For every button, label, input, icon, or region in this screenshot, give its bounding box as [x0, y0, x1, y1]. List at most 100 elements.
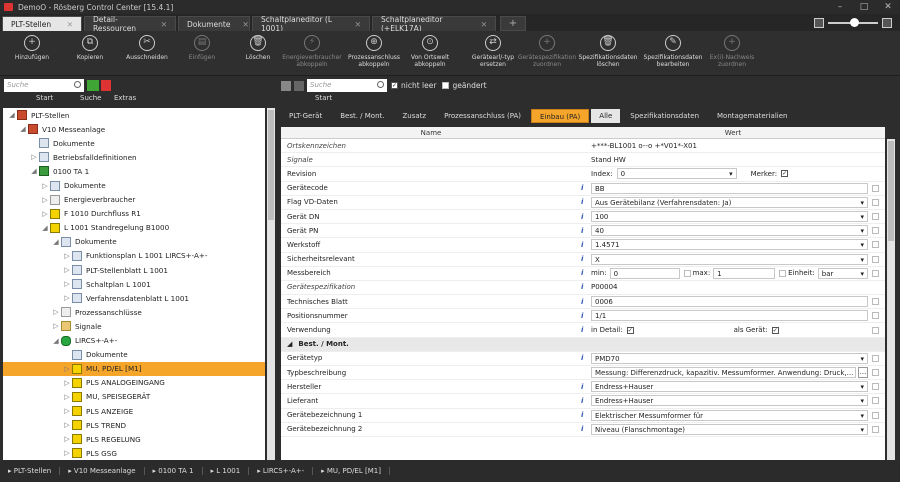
unit-field[interactable]: bar [817, 267, 868, 279]
grid-scrollbar[interactable] [887, 139, 895, 460]
unit-checkbox[interactable] [779, 269, 787, 277]
tree-search-input[interactable]: Suche [4, 79, 84, 92]
info-icon[interactable]: i [581, 383, 591, 391]
expand-toggle-icon[interactable]: ▷ [62, 449, 72, 457]
ausschneiden-button[interactable]: ✂ Ausschneiden [117, 35, 177, 61]
property-value-field[interactable]: Aus Gerätebilanz (Verfahrensdaten: Ja) [591, 196, 868, 208]
tab-prozessanschluss-pa[interactable]: Prozessanschluss (PA) [436, 109, 529, 123]
info-icon[interactable]: i [581, 411, 591, 419]
close-tab-icon[interactable]: ✕ [161, 20, 167, 29]
property-value-field[interactable]: Messung: Differenzdruck, kapazitiv. Mess… [591, 367, 856, 379]
breadcrumb-item[interactable]: ▸ MU, PD/EL [M1] [313, 467, 390, 475]
tree-item[interactable]: ◢ LIRCS+-A+- [3, 334, 265, 348]
expand-toggle-icon[interactable]: ◢ [51, 337, 61, 345]
tab-plt-stellen[interactable]: PLT-Stellen ✕ [2, 16, 82, 31]
expand-toggle-icon[interactable]: ◢ [18, 125, 28, 133]
row-checkbox[interactable] [872, 184, 879, 192]
info-icon[interactable]: i [581, 298, 591, 306]
property-value-field[interactable]: 40 [591, 225, 868, 237]
fullscreen-icon[interactable] [814, 17, 824, 28]
als-geraet-checkbox[interactable]: ✓ [771, 326, 779, 334]
property-value-field[interactable]: Endress+Hauser [591, 395, 868, 407]
add-tab-button[interactable]: + [500, 16, 526, 31]
tree-item[interactable]: ▷ PLT-Stellenblatt L 1001 [3, 263, 265, 277]
expand-toggle-icon[interactable]: ▷ [62, 435, 72, 443]
tree-item[interactable]: ▷ PLS ANZEIGE [3, 404, 265, 418]
tab-best-mont[interactable]: Best. / Mont. [332, 109, 392, 123]
tree-item[interactable]: ▷ Verfahrensdatenblatt L 1001 [3, 291, 265, 305]
tree-item[interactable]: ▷ MU, PD/EL [M1] [3, 361, 265, 376]
hinzuf-gen-button[interactable]: + Hinzufügen [2, 35, 62, 61]
max-checkbox[interactable] [683, 269, 691, 277]
tree-item[interactable]: ▷ Prozessanschlüsse [3, 305, 265, 319]
info-icon[interactable]: i [581, 227, 591, 235]
close-tab-icon[interactable]: ✕ [67, 20, 73, 29]
tab-dokumente[interactable]: Dokumente ✕ [178, 16, 250, 31]
tree-item[interactable]: ▷ Betriebsfalldefinitionen [3, 150, 265, 164]
expand-toggle-icon[interactable]: ▷ [62, 393, 72, 401]
energieverbraucher-abkoppeln-button[interactable]: ⚡ Energieverbraucher abkoppeln [282, 35, 342, 68]
filter-icon[interactable] [101, 80, 111, 91]
info-icon[interactable]: i [581, 269, 591, 277]
expand-toggle-icon[interactable]: ◢ [29, 167, 39, 175]
row-checkbox[interactable] [872, 397, 879, 405]
spezifikationsdaten-bearbeiten-button[interactable]: ✎ Spezifikationsdaten bearbeiten [643, 35, 703, 68]
tree-item[interactable]: ◢ 0100 TA 1 [3, 164, 265, 178]
von-ortswelt-abkoppeln-button[interactable]: ⊙ Von Ortswelt abkoppeln [400, 35, 460, 68]
info-icon[interactable]: i [581, 397, 591, 405]
tab-spezifikationsdaten[interactable]: Spezifikationsdaten [622, 109, 707, 123]
expand-toggle-icon[interactable]: ▷ [62, 280, 72, 288]
minimize-icon[interactable]: – [828, 2, 852, 12]
l-schen-button[interactable]: 🗑 Löschen [228, 35, 288, 61]
property-value-field[interactable]: Elektrischer Messumformer für [591, 409, 868, 421]
property-value-field[interactable]: Endress+Hauser [591, 381, 868, 393]
row-checkbox[interactable] [872, 269, 879, 277]
expand-toggle-icon[interactable]: ▷ [62, 294, 72, 302]
expand-toggle-icon[interactable]: ▷ [62, 407, 72, 415]
expand-toggle-icon[interactable]: ▷ [40, 196, 50, 204]
tree-scrollbar[interactable] [267, 108, 275, 460]
tree-item[interactable]: ▷ PLS GSG [3, 446, 265, 460]
nav-start[interactable]: Start [36, 94, 80, 106]
info-icon[interactable]: i [581, 184, 591, 192]
tab-detail-ressourcen[interactable]: Detail-Ressourcen ✕ [84, 15, 176, 33]
info-icon[interactable]: i [581, 255, 591, 263]
row-checkbox[interactable] [872, 298, 879, 306]
info-icon[interactable]: i [581, 283, 591, 291]
info-icon[interactable]: i [581, 312, 591, 320]
row-checkbox[interactable] [872, 312, 879, 320]
expand-toggle-icon[interactable]: ▷ [62, 266, 72, 274]
go-icon[interactable] [87, 80, 99, 91]
row-checkbox[interactable] [872, 425, 879, 433]
breadcrumb-item[interactable]: ▸ LIRCS+-A+- [249, 467, 314, 475]
expand-toggle-icon[interactable]: ◢ [51, 238, 61, 246]
tree-item[interactable]: ▷ MU, SPEISEGERÄT [3, 390, 265, 404]
breadcrumb-item[interactable]: ▸ 0100 TA 1 [145, 467, 203, 475]
merker-checkbox[interactable]: ✓ [781, 170, 789, 178]
tree-item[interactable]: ▷ F 1010 Durchfluss R1 [3, 207, 265, 221]
property-value-field[interactable]: 1/1 [591, 310, 868, 322]
nav-extras[interactable]: Extras [114, 94, 136, 106]
expand-toggle-icon[interactable]: ▷ [62, 365, 72, 373]
tree-item[interactable]: ▷ PLS ANALOGEINGANG [3, 376, 265, 390]
tab-zusatz[interactable]: Zusatz [394, 109, 434, 123]
info-icon[interactable]: i [581, 425, 591, 433]
tab-schaltplaneditor-l1001[interactable]: Schaltplaneditor (L 1001) ✕ [252, 15, 370, 33]
tree-item[interactable]: ▷ Energieverbraucher [3, 193, 265, 207]
property-value-field[interactable]: 0 [616, 168, 737, 180]
row-checkbox[interactable] [872, 213, 879, 221]
close-icon[interactable]: ✕ [876, 2, 900, 12]
row-checkbox[interactable] [872, 383, 879, 391]
row-checkbox[interactable] [872, 354, 879, 362]
ex-i-nachweis-zuordnen-button[interactable]: + Ex(i)-Nachweis zuordnen [702, 35, 762, 68]
zoom-slider[interactable] [828, 17, 878, 27]
property-value-field[interactable]: X [591, 253, 868, 265]
row-checkbox[interactable] [872, 255, 879, 263]
expand-toggle-icon[interactable]: ▷ [51, 322, 61, 330]
breadcrumb-item[interactable]: ▸ PLT-Stellen [0, 467, 61, 475]
info-icon[interactable]: i [581, 326, 591, 334]
tree-item[interactable]: ◢ PLT-Stellen [3, 108, 265, 122]
tree-item[interactable]: ▷ Funktionsplan L 1001 LIRCS+-A+- [3, 249, 265, 263]
tree-item[interactable]: ◢ Dokumente [3, 235, 265, 249]
settings-icon[interactable] [882, 17, 892, 28]
